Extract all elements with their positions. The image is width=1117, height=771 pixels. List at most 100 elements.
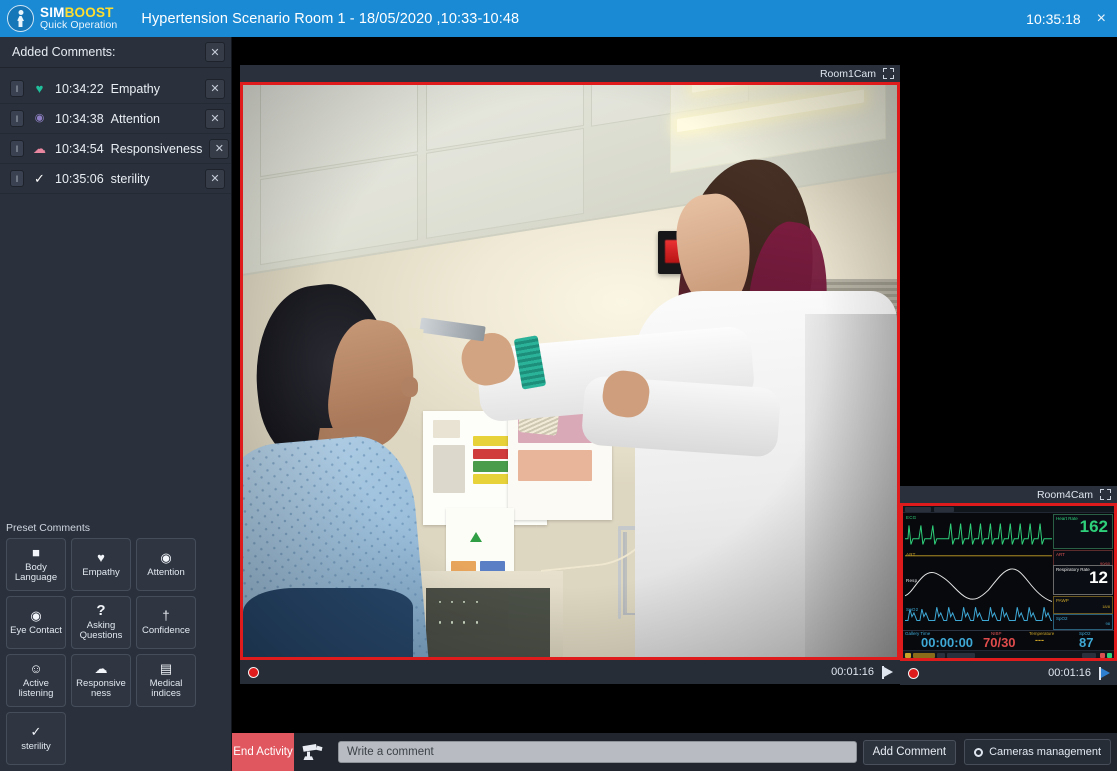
heart-rate-value: 162	[1079, 517, 1108, 536]
close-icon[interactable]: ×	[1097, 10, 1106, 27]
preset-label: Responsive ness	[76, 677, 126, 699]
spo2-bottom-value: 87	[1079, 635, 1094, 650]
cameras-management-button[interactable]: Cameras management	[964, 739, 1111, 765]
video-stage: Room1Cam 00:01:16 Room4Cam ECG ART Resp …	[232, 37, 1117, 733]
waveform-label-art: ART	[906, 552, 916, 558]
camera-panel-main: Room1Cam 00:01:16	[240, 65, 900, 705]
end-activity-button[interactable]: End Activity	[232, 733, 294, 771]
preset-comments-section: Preset Comments ■ Body Language ♥ Empath…	[0, 522, 232, 771]
preset-label: sterility	[21, 740, 51, 752]
preset-button-attention[interactable]: ◉ Attention	[136, 538, 196, 591]
info-badge[interactable]: I	[10, 110, 24, 127]
preset-button-eye-contact[interactable]: ◉ Eye Contact	[6, 596, 66, 649]
close-panel-icon[interactable]: ✕	[205, 42, 225, 62]
title-bar: SIMBOOST Quick Operation Hypertension Sc…	[0, 0, 1117, 37]
video-feed-main[interactable]	[240, 82, 900, 660]
camera-header-secondary: Room4Cam	[900, 486, 1117, 503]
resp-rate-value: 12	[1089, 568, 1108, 588]
info-badge[interactable]: I	[10, 140, 24, 157]
camera-footer-secondary: 00:01:16	[900, 661, 1117, 685]
preset-comments-title: Preset Comments	[6, 522, 91, 534]
record-indicator-icon	[908, 667, 919, 679]
smiley-icon: ☺	[29, 661, 43, 677]
expand-icon[interactable]	[1100, 489, 1111, 500]
preset-button-body-language[interactable]: ■ Body Language	[6, 538, 66, 591]
flag-icon[interactable]	[1098, 666, 1111, 680]
add-comment-button[interactable]: Add Comment	[862, 739, 957, 765]
delete-comment-icon[interactable]: ✕	[205, 108, 225, 129]
preset-button-active-listening[interactable]: ☺ Active listening	[6, 654, 66, 707]
logo-text-boost: BOOST	[64, 4, 114, 20]
added-comments-header: Added Comments: ✕	[0, 37, 231, 68]
eye-icon: ◉	[30, 608, 42, 624]
preset-label: Active listening	[18, 677, 54, 699]
comment-label: Attention	[110, 111, 161, 126]
logo-subtitle: Quick Operation	[40, 19, 118, 32]
delete-comment-icon[interactable]: ✕	[205, 78, 225, 99]
bottom-vitals-row: Gallery Time 00:00:00 NIBP 70/30 Tempera…	[903, 630, 1114, 650]
preset-label: Body Language	[14, 561, 58, 583]
logo-text-sim: SIM	[40, 4, 65, 20]
check-icon: ✓	[30, 724, 42, 740]
camera-header-main: Room1Cam	[240, 65, 900, 82]
delete-comment-icon[interactable]: ✕	[209, 138, 230, 159]
camera-panel-secondary: Room4Cam ECG ART Resp SpO2 Heart Rate 16…	[900, 486, 1117, 705]
preset-button-confidence[interactable]: † Confidence	[136, 596, 196, 649]
flag-icon[interactable]	[881, 665, 894, 679]
comment-label: Responsiveness	[110, 141, 203, 156]
preset-label: Medical indices	[149, 677, 183, 699]
preset-button-empathy[interactable]: ♥ Empathy	[71, 538, 131, 591]
heart-icon: ♥	[35, 81, 44, 96]
expand-icon[interactable]	[883, 68, 894, 79]
preset-button-responsiveness[interactable]: ☁ Responsive ness	[71, 654, 131, 707]
preset-button-medical-indices[interactable]: ▤ Medical indices	[136, 654, 196, 707]
eye-icon: ◉	[34, 112, 45, 124]
info-badge[interactable]: I	[10, 80, 24, 97]
app-logo: SIMBOOST Quick Operation	[0, 5, 117, 32]
added-comments-list: I ♥ 10:34:22 Empathy ✕ I ◉ 10:34:38 Atte…	[0, 68, 231, 194]
comment-time: 10:34:22	[55, 81, 104, 96]
heart-rate-label: Heart Rate	[1056, 516, 1078, 521]
added-comments-title: Added Comments:	[12, 45, 116, 59]
waveform-area: ECG ART Resp SpO2	[904, 514, 1053, 630]
video-image	[243, 85, 897, 657]
preset-label: Attention	[147, 566, 185, 578]
heart-icon: ♥	[97, 550, 105, 566]
square-icon: ■	[32, 545, 40, 561]
camera-title: Room4Cam	[1036, 488, 1093, 501]
comment-label: Empathy	[110, 81, 161, 96]
person-icon: †	[162, 608, 170, 624]
info-badge[interactable]: I	[10, 170, 24, 187]
preset-button-sterility[interactable]: ✓ sterility	[6, 712, 66, 765]
waveform-label-resp: Resp	[906, 577, 918, 583]
resp-rate-label: Respiratory Rate	[1056, 567, 1090, 573]
comment-label: sterility	[110, 171, 150, 186]
speech-bubble-icon: ☁	[33, 141, 46, 156]
cctv-camera-icon[interactable]	[294, 733, 332, 771]
camera-title: Room1Cam	[819, 67, 876, 80]
temperature-value: ---	[1035, 635, 1044, 645]
nibp-value: 70/30	[983, 635, 1016, 650]
record-indicator-icon	[248, 666, 259, 678]
comment-time: 10:35:06	[55, 171, 104, 186]
list-item[interactable]: I ☁ 10:34:54 Responsiveness ✕	[0, 134, 231, 164]
list-item[interactable]: I ◉ 10:34:38 Attention ✕	[0, 104, 231, 134]
list-item[interactable]: I ♥ 10:34:22 Empathy ✕	[0, 74, 231, 104]
video-feed-secondary[interactable]: ECG ART Resp SpO2 Heart Rate 162 ART 90/…	[900, 503, 1117, 661]
spo2-label: SpO2	[1056, 615, 1068, 621]
comment-time: 10:34:38	[55, 111, 104, 126]
preset-button-asking-questions[interactable]: ? Asking Questions	[71, 596, 131, 649]
app-window: SIMBOOST Quick Operation Hypertension Sc…	[0, 0, 1117, 771]
preset-label: Confidence	[141, 624, 191, 636]
camera-timecode: 00:01:16	[1048, 667, 1091, 679]
comment-input[interactable]	[338, 741, 857, 763]
preset-label: Eye Contact	[10, 624, 62, 636]
waveform-label-pleth: SpO2	[906, 606, 919, 612]
camera-footer-main: 00:01:16	[240, 660, 900, 684]
speech-bubble-icon: ☁	[94, 661, 108, 677]
delete-comment-icon[interactable]: ✕	[205, 168, 225, 189]
preset-label: Asking Questions	[79, 619, 123, 641]
preset-label: Empathy	[82, 566, 120, 578]
sidebar: Added Comments: ✕ I ♥ 10:34:22 Empathy ✕…	[0, 37, 232, 771]
list-item[interactable]: I ✓ 10:35:06 sterility ✕	[0, 164, 231, 194]
